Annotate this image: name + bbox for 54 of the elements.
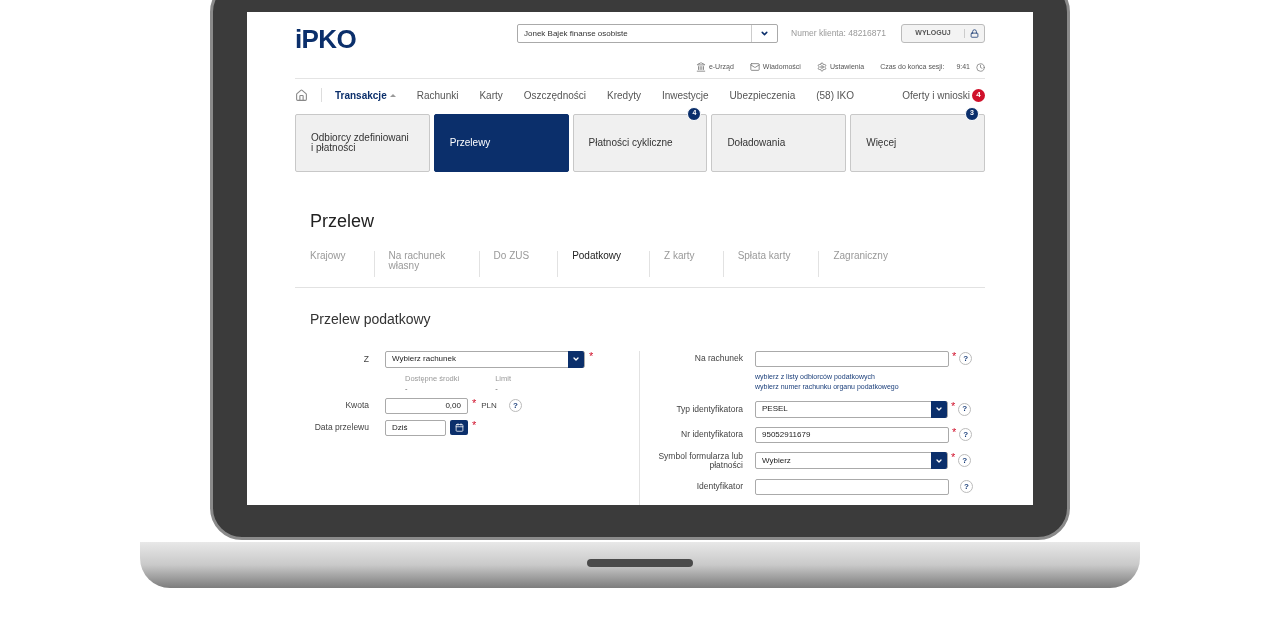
bank-icon [695, 62, 706, 73]
section-title: Przelew podatkowy [310, 309, 432, 329]
field-label: Kwota [344, 399, 370, 413]
input-field[interactable]: Dziś [385, 419, 446, 436]
field-label: Typ identyfikatora [675, 404, 744, 414]
clock-icon [976, 62, 985, 72]
logo: iPKO [295, 24, 356, 54]
field-label: Symbol formularza lub płatności [657, 451, 744, 470]
gear-icon [816, 62, 827, 73]
dropdown-caret-icon [568, 350, 584, 368]
home-icon[interactable] [295, 88, 308, 102]
nav-tab[interactable]: Kredyty [607, 87, 641, 103]
dropdown-caret-icon [931, 400, 947, 418]
field-label: Data przelewu [313, 421, 370, 435]
category-tile[interactable]: Przelewy [433, 113, 569, 172]
required-asterisk: * [472, 419, 477, 431]
select-field[interactable]: Wybierz rachunek [385, 350, 585, 368]
envelope-icon [749, 62, 760, 73]
select-field[interactable]: PESEL [755, 400, 948, 418]
nav-tab[interactable]: Inwestycje [661, 87, 709, 103]
account-select[interactable]: Jonek Bajek finanse osobiste [517, 24, 778, 43]
nav-tab[interactable]: Rachunki [416, 87, 459, 103]
input-field[interactable]: 0,00 [385, 397, 468, 414]
caret-up-icon [389, 93, 396, 97]
required-asterisk: * [589, 350, 594, 362]
calendar-button[interactable] [450, 420, 468, 436]
field-label: Na rachunek [693, 354, 744, 363]
client-number: Numer klienta: 48216871 [791, 27, 886, 40]
input-field[interactable]: 95052911679 [755, 426, 949, 443]
required-asterisk: * [952, 350, 957, 362]
page-title: Przelew [310, 209, 376, 233]
nav-tab[interactable]: (58) IKO [816, 87, 854, 103]
required-asterisk: * [951, 451, 956, 463]
nav-tab[interactable]: Ubezpieczenia [729, 87, 796, 103]
required-asterisk: * [952, 426, 957, 438]
category-tile[interactable]: Odbiorcy zdefiniowani i płatności [295, 113, 430, 172]
field-label: Z [362, 352, 370, 366]
offers-link[interactable]: Oferty i wnioski [902, 87, 970, 103]
nav-tab[interactable]: Oszczędności [523, 87, 586, 103]
currency-label: PLN [481, 399, 497, 412]
field-label: Identyfikator [695, 482, 744, 491]
nav-tab[interactable]: Transakcje [335, 87, 396, 103]
select-field[interactable]: Wybierz [755, 452, 948, 469]
field-label: Nr identyfikatora [680, 430, 744, 439]
dropdown-caret-icon [931, 452, 947, 469]
input-field[interactable] [755, 350, 949, 367]
subtab[interactable]: Podatkowy [572, 250, 622, 277]
nav-tab[interactable]: Karty [479, 87, 503, 103]
input-field[interactable] [755, 478, 949, 495]
calendar-icon [454, 423, 464, 433]
category-tile[interactable]: Doładowania [711, 113, 847, 172]
notification-badge: 4 [972, 88, 985, 102]
required-asterisk: * [951, 400, 956, 412]
required-asterisk: * [472, 397, 477, 409]
